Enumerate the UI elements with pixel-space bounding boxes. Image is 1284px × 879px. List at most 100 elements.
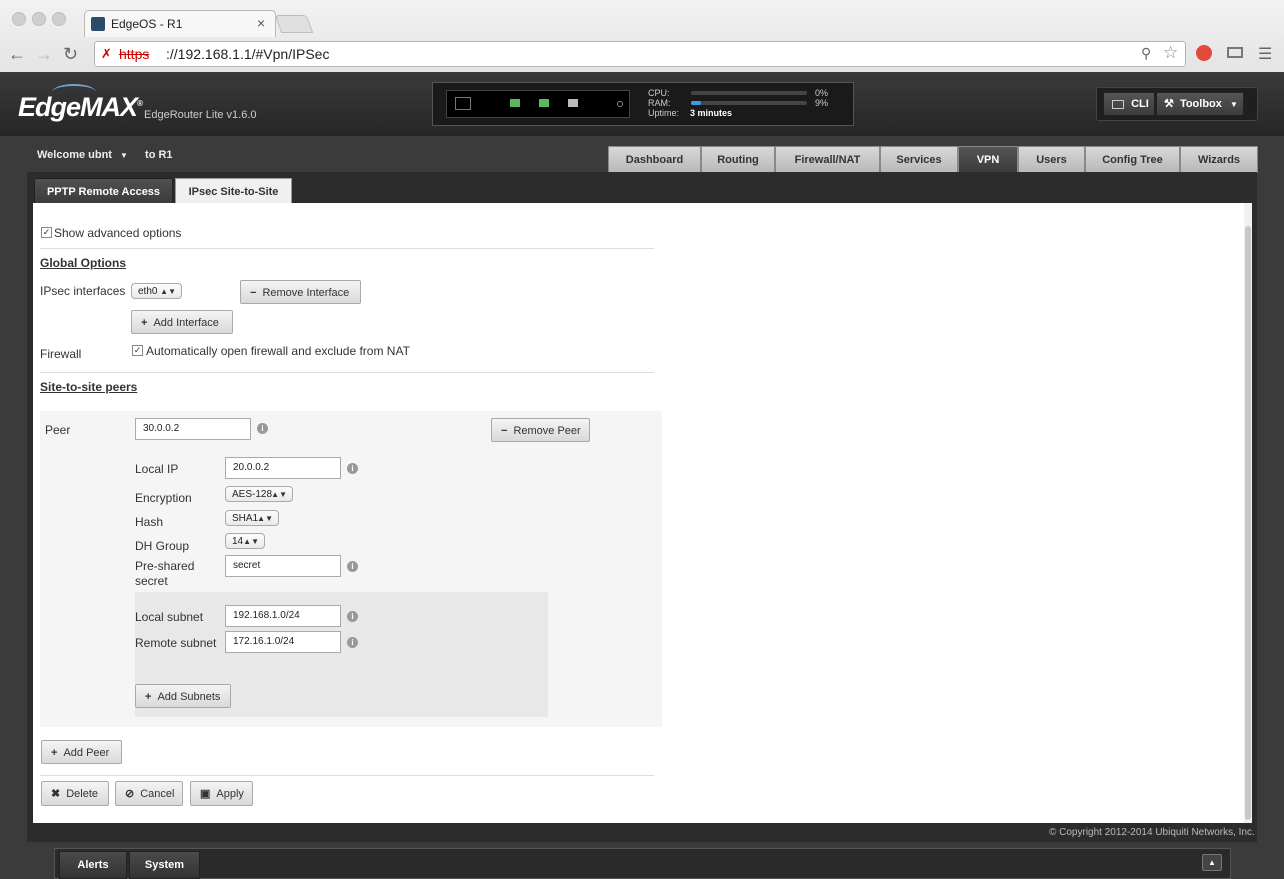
firewall-checkbox[interactable]: ✓ [132,345,143,356]
ram-bar-fill [691,101,702,105]
plus-icon: + [145,691,152,703]
menu-icon[interactable]: ☰ [1258,44,1272,64]
ram-bar [691,101,807,105]
apply-button[interactable]: ▣ Apply [190,781,253,806]
tab-firewall-nat[interactable]: Firewall/NAT [775,146,880,173]
cancel-icon: ⊘ [125,788,135,800]
reset-led-icon [617,101,623,107]
tab-services[interactable]: Services [880,146,958,173]
address-bar[interactable]: ✗ https ://192.168.1.1/#Vpn/IPSec ⚲ ☆ [94,41,1186,67]
tab-vpn[interactable]: VPN [958,146,1018,173]
remove-interface-button[interactable]: − Remove Interface [240,280,361,304]
cpu-bar [691,91,807,95]
window-minimize-button[interactable] [32,12,46,26]
search-icon[interactable]: ⚲ [1141,45,1151,62]
tab-close-icon[interactable]: × [257,15,265,31]
tab-users[interactable]: Users [1018,146,1085,173]
select-arrows-icon: ▲▼ [271,490,287,499]
console-port-icon [455,97,471,110]
toolbox-button[interactable]: ⚒ Toolbox ▼ [1156,92,1244,116]
browser-tab[interactable]: EdgeOS - R1 × [84,10,276,37]
divider [40,775,654,776]
plus-icon: + [141,317,148,329]
new-tab-button[interactable] [274,15,314,33]
tab-dashboard[interactable]: Dashboard [608,146,701,173]
remove-peer-button[interactable]: − Remove Peer [491,418,590,442]
browser-tab-title: EdgeOS - R1 [111,17,183,31]
window-zoom-button[interactable] [52,12,66,26]
ram-value: 9% [815,98,829,108]
subtab-ipsec[interactable]: IPsec Site-to-Site [175,178,292,206]
welcome-menu[interactable]: Welcome ubnt ▼ to R1 [37,149,173,161]
add-peer-button[interactable]: + Add Peer [41,740,122,764]
show-advanced-checkbox[interactable]: ✓ [41,227,52,238]
show-advanced-label: Show advanced options [54,226,182,240]
divider [40,248,654,249]
subtab-pptp[interactable]: PPTP Remote Access [34,178,173,206]
bottom-bar [54,848,1231,879]
scrollbar-thumb[interactable] [1245,226,1251,820]
add-interface-button[interactable]: + Add Interface [131,310,233,334]
window-close-button[interactable] [12,12,26,26]
peer-input[interactable]: 30.0.0.2 [135,418,251,440]
delete-button[interactable]: ✖ Delete [41,781,109,806]
chevron-down-icon: ▼ [120,151,128,160]
global-options-heading: Global Options [40,256,126,270]
select-arrows-icon: ▲▼ [243,537,259,546]
info-icon[interactable]: i [257,423,268,434]
copyright: © Copyright 2012-2014 Ubiquiti Networks,… [1049,827,1255,838]
local-subnet-label: Local subnet [135,610,204,624]
cpu-value: 0% [815,88,829,98]
edgeos-favicon-icon [91,17,105,31]
tab-wizards[interactable]: Wizards [1180,146,1258,173]
router-model: EdgeRouter Lite v1.6.0 [144,109,257,121]
info-icon[interactable]: i [347,611,358,622]
back-arrow-icon[interactable]: ← [8,44,26,65]
tab-alerts[interactable]: Alerts [59,851,127,879]
firewall-label: Firewall [40,347,82,361]
cpu-label: CPU: [648,88,670,98]
ipsec-interface-select[interactable]: eth0 ▲▼ [131,283,182,299]
tab-routing[interactable]: Routing [701,146,775,173]
cli-button[interactable]: CLI [1103,92,1155,116]
reload-icon[interactable]: ↻ [63,44,78,65]
port-eth0-icon [510,99,520,107]
url-path: ://192.168.1.1/#Vpn/IPSec [166,46,330,62]
local-ip-input[interactable]: 20.0.0.2 [225,457,341,479]
info-icon[interactable]: i [347,463,358,474]
hash-label: Hash [135,515,164,529]
expand-up-icon[interactable]: ▲ [1202,854,1222,871]
dh-group-label: DH Group [135,539,190,553]
remote-subnet-input[interactable]: 172.16.1.0/24 [225,631,341,653]
wrench-icon: ⚒ [1164,98,1174,110]
cancel-button[interactable]: ⊘ Cancel [115,781,183,806]
local-subnet-input[interactable]: 192.168.1.0/24 [225,605,341,627]
bookmark-star-icon[interactable]: ☆ [1163,43,1178,63]
site-to-site-peers-heading: Site-to-site peers [40,380,138,394]
encryption-select[interactable]: AES-128 ▲▼ [225,486,293,502]
chevron-down-icon: ▼ [1229,100,1238,109]
uptime-label: Uptime: [648,108,680,118]
plus-icon: + [51,747,58,759]
status-panel: CPU: 0% RAM: 9% Uptime: 3 minutes [432,82,854,126]
edgemax-logo: EdgeMAX® [18,92,143,122]
url-scheme: https [119,46,150,62]
save-icon: ▣ [200,788,211,800]
dh-group-select[interactable]: 14 ▲▼ [225,533,265,549]
psk-input[interactable]: secret [225,555,341,577]
minus-icon: − [501,425,508,437]
peer-label: Peer [45,423,71,437]
forward-arrow-icon[interactable]: → [35,44,53,65]
select-arrows-icon: ▲▼ [257,514,273,523]
tab-config-tree[interactable]: Config Tree [1085,146,1180,173]
port-eth2-icon [568,99,578,107]
tab-system[interactable]: System [129,851,200,879]
hash-select[interactable]: SHA1 ▲▼ [225,510,279,526]
port-eth1-icon [539,99,549,107]
add-subnets-button[interactable]: + Add Subnets [135,684,231,708]
extension-icon[interactable] [1196,45,1212,61]
psk-label-line2: secret [135,574,168,588]
cast-icon[interactable] [1227,47,1243,58]
info-icon[interactable]: i [347,561,358,572]
info-icon[interactable]: i [347,637,358,648]
